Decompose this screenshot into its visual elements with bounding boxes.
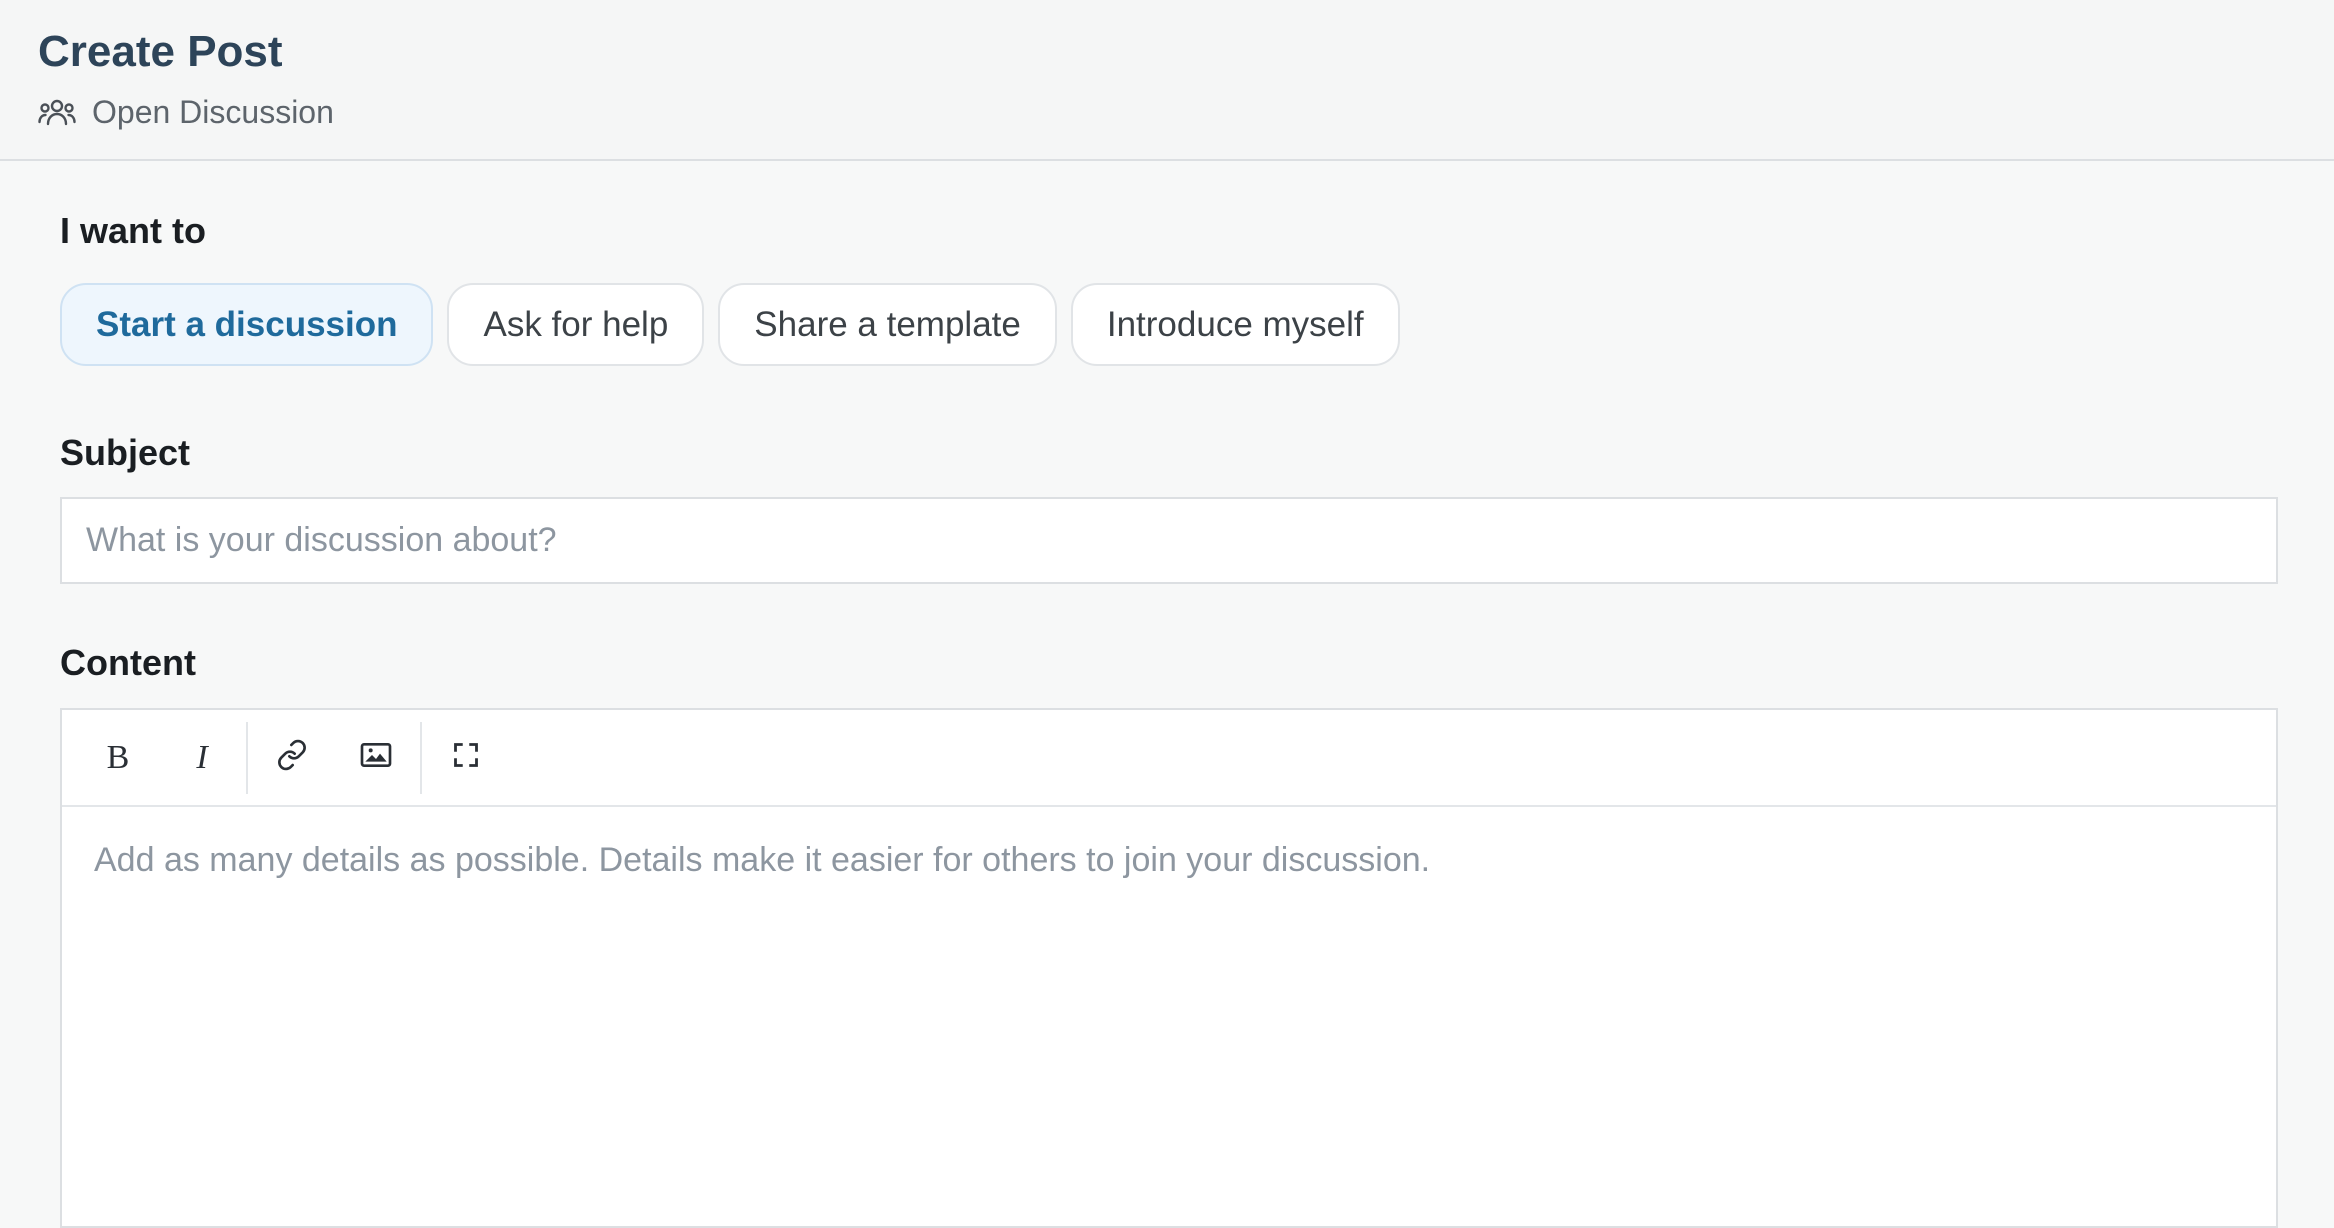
intent-option-ask-for-help[interactable]: Ask for help [447, 283, 705, 366]
image-icon [360, 741, 392, 774]
fullscreen-button[interactable] [424, 716, 508, 800]
intent-option-share-template[interactable]: Share a template [718, 283, 1057, 366]
intent-option-start-discussion[interactable]: Start a discussion [60, 283, 434, 366]
community-link[interactable]: Open Discussion [38, 92, 334, 132]
users-icon [38, 98, 76, 126]
intent-option-introduce-myself[interactable]: Introduce myself [1070, 283, 1400, 366]
subject-label: Subject [60, 432, 191, 473]
page-header: Create Post Open Discussion [0, 0, 2334, 161]
page-title: Create Post [38, 27, 283, 76]
editor-toolbar: B I [62, 710, 2276, 807]
toolbar-divider [246, 721, 248, 794]
community-name[interactable]: Open Discussion [92, 94, 334, 131]
bold-button[interactable]: B [76, 716, 160, 800]
bold-icon: B [106, 738, 130, 776]
italic-icon: I [196, 738, 208, 776]
fullscreen-icon [452, 741, 480, 774]
link-button[interactable] [250, 716, 334, 800]
link-icon [276, 739, 308, 776]
intent-label: I want to [60, 210, 206, 251]
toolbar-divider [420, 721, 422, 794]
intent-options: Start a discussion Ask for help Share a … [60, 283, 1400, 366]
italic-button[interactable]: I [160, 716, 244, 800]
content-textarea[interactable] [62, 807, 2276, 1226]
content-editor: B I [60, 708, 2278, 1228]
image-button[interactable] [334, 716, 418, 800]
content-label: Content [60, 642, 196, 683]
subject-input[interactable] [60, 497, 2278, 584]
